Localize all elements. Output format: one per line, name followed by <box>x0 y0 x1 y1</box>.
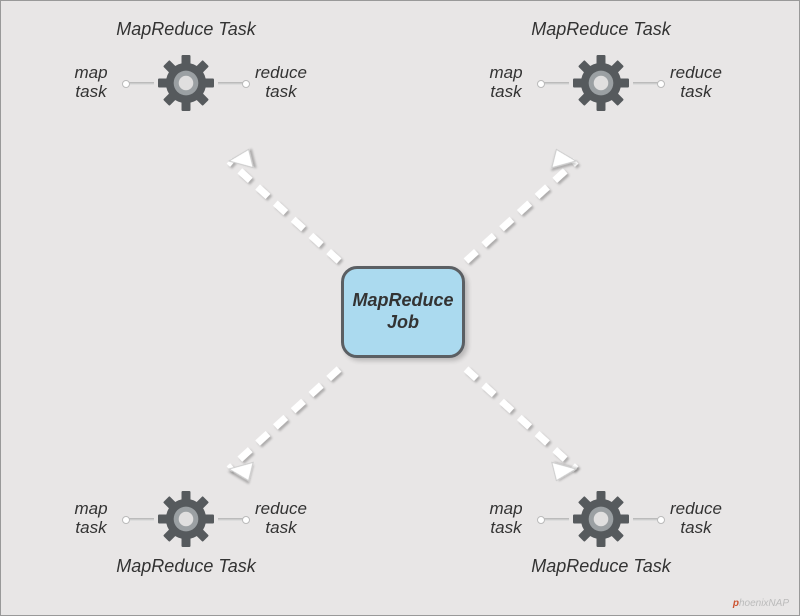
central-label-2: Job <box>387 312 419 332</box>
arrow-tr <box>456 131 616 271</box>
gear-icon <box>158 55 214 111</box>
task-node-top-left: MapReduce Task map task <box>36 19 336 129</box>
gear-icon <box>573 491 629 547</box>
reduce-label: reduce task <box>246 500 316 537</box>
map-label: map task <box>56 500 126 537</box>
reduce-label: reduce task <box>661 64 731 101</box>
gear-icon <box>573 55 629 111</box>
diagram-canvas: MapReduce Job MapReduce Task map task <box>1 1 799 615</box>
map-label: map task <box>56 64 126 101</box>
task-title: MapReduce Task <box>116 19 255 40</box>
task-node-bottom-left: map task <box>36 471 336 581</box>
task-node-top-right: MapReduce Task map task <box>451 19 751 129</box>
task-node-bottom-right: map task <box>451 471 751 581</box>
map-label: map task <box>471 64 541 101</box>
watermark: phoenixNAP <box>733 598 789 609</box>
task-title: MapReduce Task <box>531 556 670 577</box>
reduce-label: reduce task <box>246 64 316 101</box>
arrow-tl <box>189 131 349 271</box>
task-title: MapReduce Task <box>116 556 255 577</box>
central-job-node: MapReduce Job <box>341 266 465 358</box>
central-label-1: MapReduce <box>352 290 453 310</box>
task-title: MapReduce Task <box>531 19 670 40</box>
reduce-label: reduce task <box>661 500 731 537</box>
map-label: map task <box>471 500 541 537</box>
gear-icon <box>158 491 214 547</box>
